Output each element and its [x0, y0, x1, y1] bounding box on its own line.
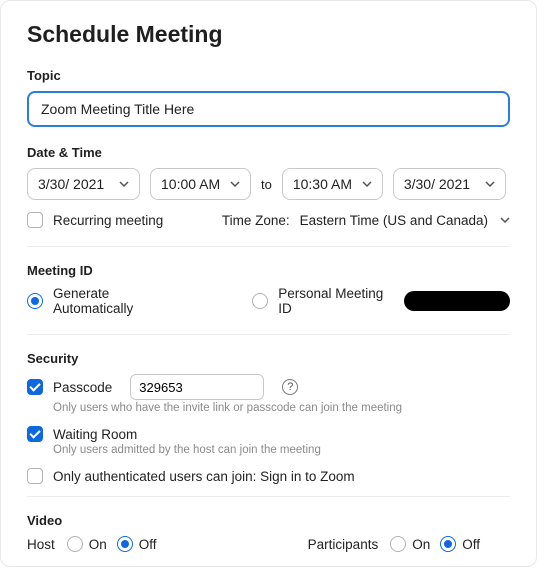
passcode-label: Passcode — [53, 380, 112, 395]
auth-users-label: Only authenticated users can join: Sign … — [53, 469, 355, 484]
participants-label: Participants — [308, 537, 379, 552]
host-label: Host — [27, 537, 55, 552]
personal-id-label: Personal Meeting ID — [278, 286, 400, 316]
datetime-row: 3/30/ 2021 10:00 AM to 10:30 AM 3/30/ 20… — [27, 168, 510, 200]
host-video-group: Host On Off — [27, 536, 157, 552]
off-label: Off — [139, 537, 157, 552]
meeting-id-label: Meeting ID — [27, 263, 510, 278]
waiting-room-checkbox[interactable] — [27, 426, 43, 442]
timezone-label: Time Zone: — [222, 213, 290, 228]
waiting-room-desc: Only users admitted by the host can join… — [53, 444, 510, 456]
chevron-down-icon — [500, 215, 510, 225]
datetime-label: Date & Time — [27, 145, 510, 160]
video-label: Video — [27, 513, 510, 528]
chevron-down-icon — [362, 179, 372, 189]
help-icon[interactable]: ? — [282, 379, 298, 395]
divider — [27, 496, 510, 497]
start-date-dropdown[interactable]: 3/30/ 2021 — [27, 168, 140, 200]
topic-label: Topic — [27, 68, 510, 83]
security-label: Security — [27, 351, 510, 366]
divider — [27, 246, 510, 247]
recurring-label: Recurring meeting — [53, 213, 163, 228]
schedule-meeting-panel: Schedule Meeting Topic Date & Time 3/30/… — [0, 0, 537, 567]
personal-id-redacted — [404, 291, 510, 311]
passcode-desc: Only users who have the invite link or p… — [53, 402, 510, 414]
participants-video-group: Participants On Off — [308, 536, 480, 552]
off-label: Off — [462, 537, 480, 552]
passcode-input[interactable] — [130, 374, 264, 400]
generate-auto-radio[interactable] — [27, 293, 43, 309]
auth-users-checkbox[interactable] — [27, 468, 43, 484]
chevron-down-icon — [119, 179, 129, 189]
end-time-value: 10:30 AM — [293, 176, 352, 192]
timezone-dropdown[interactable]: Time Zone: Eastern Time (US and Canada) — [222, 213, 510, 228]
end-time-dropdown[interactable]: 10:30 AM — [282, 168, 383, 200]
start-date-value: 3/30/ 2021 — [38, 176, 104, 192]
host-on-radio[interactable] — [67, 536, 83, 552]
host-off-radio[interactable] — [117, 536, 133, 552]
personal-id-radio[interactable] — [252, 293, 268, 309]
timezone-value: Eastern Time (US and Canada) — [300, 213, 488, 228]
recurring-checkbox[interactable] — [27, 212, 43, 228]
end-date-dropdown[interactable]: 3/30/ 2021 — [393, 168, 506, 200]
waiting-room-label: Waiting Room — [53, 427, 137, 442]
generate-auto-label: Generate Automatically — [53, 286, 192, 316]
participants-on-radio[interactable] — [390, 536, 406, 552]
on-label: On — [89, 537, 107, 552]
on-label: On — [412, 537, 430, 552]
divider — [27, 334, 510, 335]
passcode-checkbox[interactable] — [27, 379, 43, 395]
to-label: to — [261, 177, 272, 192]
end-date-value: 3/30/ 2021 — [404, 176, 470, 192]
page-title: Schedule Meeting — [27, 21, 510, 48]
chevron-down-icon — [230, 179, 240, 189]
start-time-dropdown[interactable]: 10:00 AM — [150, 168, 251, 200]
start-time-value: 10:00 AM — [161, 176, 220, 192]
participants-off-radio[interactable] — [440, 536, 456, 552]
topic-input[interactable] — [27, 91, 510, 127]
chevron-down-icon — [485, 179, 495, 189]
